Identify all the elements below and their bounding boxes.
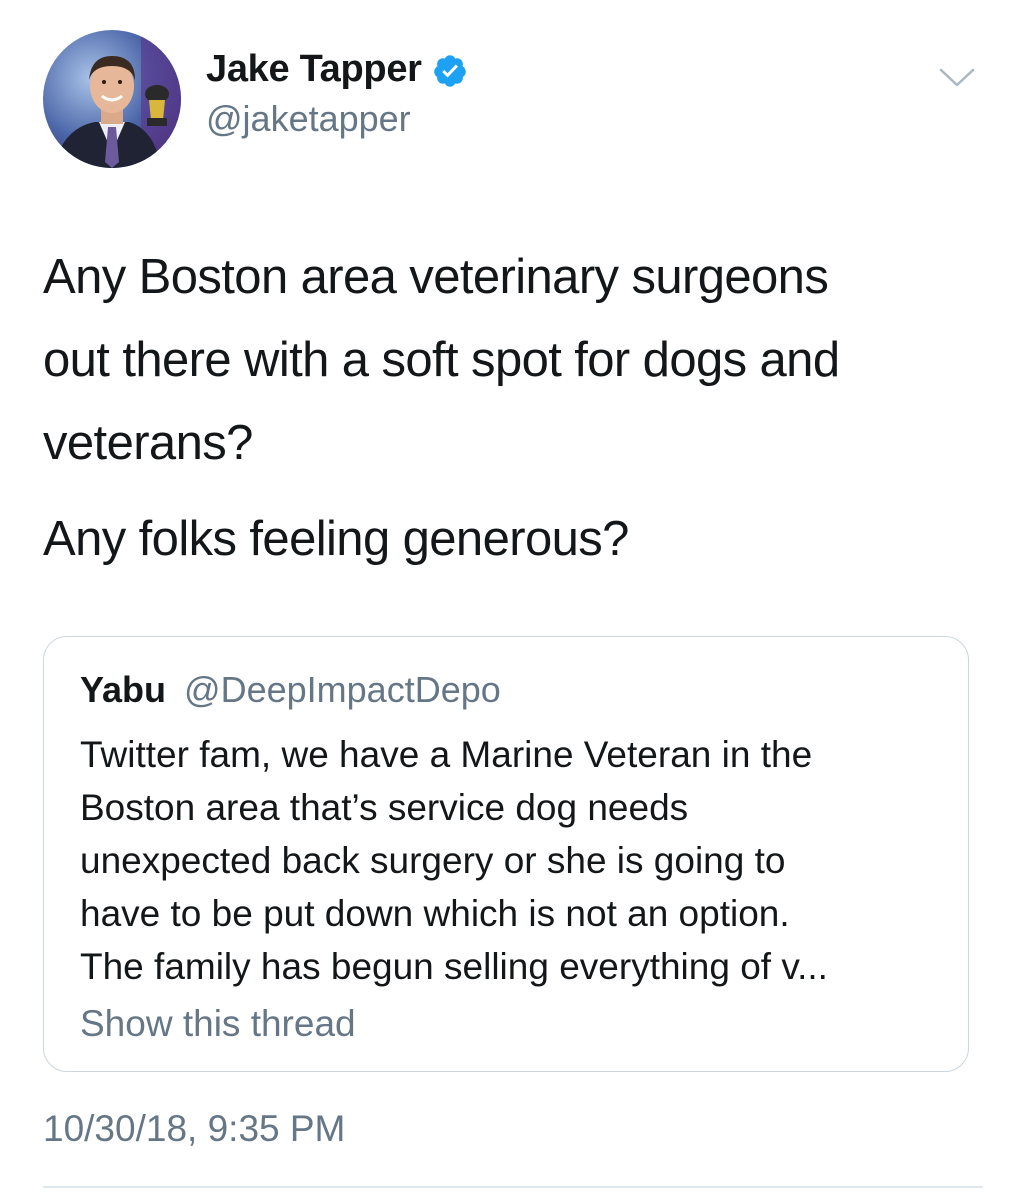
quoted-author-name: Yabu [80,669,167,710]
author-display-name[interactable]: Jake Tapper [206,48,422,91]
avatar[interactable] [43,30,181,168]
quoted-tweet-header: Yabu @DeepImpactDepo [80,669,501,711]
tweet-text-paragraph-1: Any Boston area veterinary surgeons out … [43,236,983,485]
quoted-text-line: Boston area that’s service dog needs [80,787,689,828]
chevron-down-icon[interactable] [938,66,976,90]
verified-badge-icon [432,53,468,89]
tweet-text-paragraph-2: Any folks feeling generous? [43,512,629,566]
divider [43,1186,983,1188]
quoted-tweet-text: Twitter fam, we have a Marine Veteran in… [80,728,950,993]
tweet-text-line: out there with a soft spot for dogs and [43,333,840,387]
tweet-text-line: veterans? [43,416,253,470]
quoted-text-line: have to be put down which is not an opti… [80,893,790,934]
tweet-timestamp[interactable]: 10/30/18, 9:35 PM [43,1108,345,1150]
author-handle[interactable]: @jaketapper [206,98,411,140]
quoted-text-line: unexpected back surgery or she is going … [80,840,786,881]
author-name-row[interactable]: Jake Tapper [206,48,468,91]
tweet: Jake Tapper @jaketapper Any Boston area … [0,0,1013,1200]
tweet-text-line: Any Boston area veterinary surgeons [43,250,829,304]
tweet-text: Any Boston area veterinary surgeons out … [43,236,983,581]
quoted-tweet-card[interactable]: Yabu @DeepImpactDepo Twitter fam, we hav… [43,636,969,1072]
quoted-text-line: The family has begun selling everything … [80,946,828,987]
quoted-text-line: Twitter fam, we have a Marine Veteran in… [80,734,813,775]
profile-photo-icon [43,30,181,168]
quoted-author-handle: @DeepImpactDepo [184,669,501,710]
show-thread-link[interactable]: Show this thread [80,1003,356,1045]
